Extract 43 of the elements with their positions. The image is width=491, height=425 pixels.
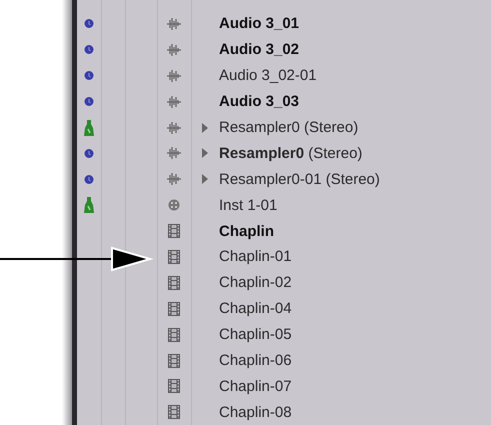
film-icon [168,224,180,238]
waveform-icon [167,147,181,160]
globe-icon [168,199,180,212]
track-name: Audio 3_01 [219,15,300,32]
track-name: Resampler0-01 (Stereo) [219,170,380,188]
sphere-icon [84,18,94,30]
sphere-icon [84,44,94,56]
figure-icon [84,197,94,214]
track-name: Chaplin-05 [219,326,292,344]
track-name: Inst 1-01 [219,196,278,214]
film-icon [168,302,180,316]
film-icon [168,354,180,368]
track-name: Audio 3_02 [219,41,300,58]
waveform-icon [167,173,181,186]
track-name: Chaplin-07 [219,378,292,395]
waveform-icon [167,122,181,134]
sphere-icon [84,174,94,185]
sphere-icon [84,96,94,108]
figure-icon [84,120,94,136]
track-name: Chaplin-04 [219,300,292,318]
track-name: Audio 3_03 [219,93,300,110]
track-name: Chaplin [219,222,274,240]
waveform-icon [167,44,181,56]
waveform-icon [167,70,181,82]
track-name: Chaplin-06 [219,352,292,370]
film-icon [168,405,180,420]
expand-triangle-icon[interactable] [202,148,208,158]
film-icon [168,276,180,290]
track-name: Audio 3_02-01 [219,67,317,84]
waveform-icon [167,96,181,108]
expand-triangle-icon[interactable] [202,122,208,132]
track-name: Chaplin-02 [219,274,292,292]
track-name: Chaplin-08 [219,404,292,421]
sphere-icon [84,148,94,159]
track-name: Resampler0 (Stereo) [219,119,358,136]
expand-triangle-icon[interactable] [202,174,208,184]
film-icon [168,328,180,342]
track-name: Chaplin-01 [219,248,292,266]
waveform-icon [167,18,181,30]
track-name: Resampler0 (Stereo) [219,144,362,162]
sphere-icon [84,70,94,82]
film-icon [168,250,180,264]
film-icon [168,379,180,394]
